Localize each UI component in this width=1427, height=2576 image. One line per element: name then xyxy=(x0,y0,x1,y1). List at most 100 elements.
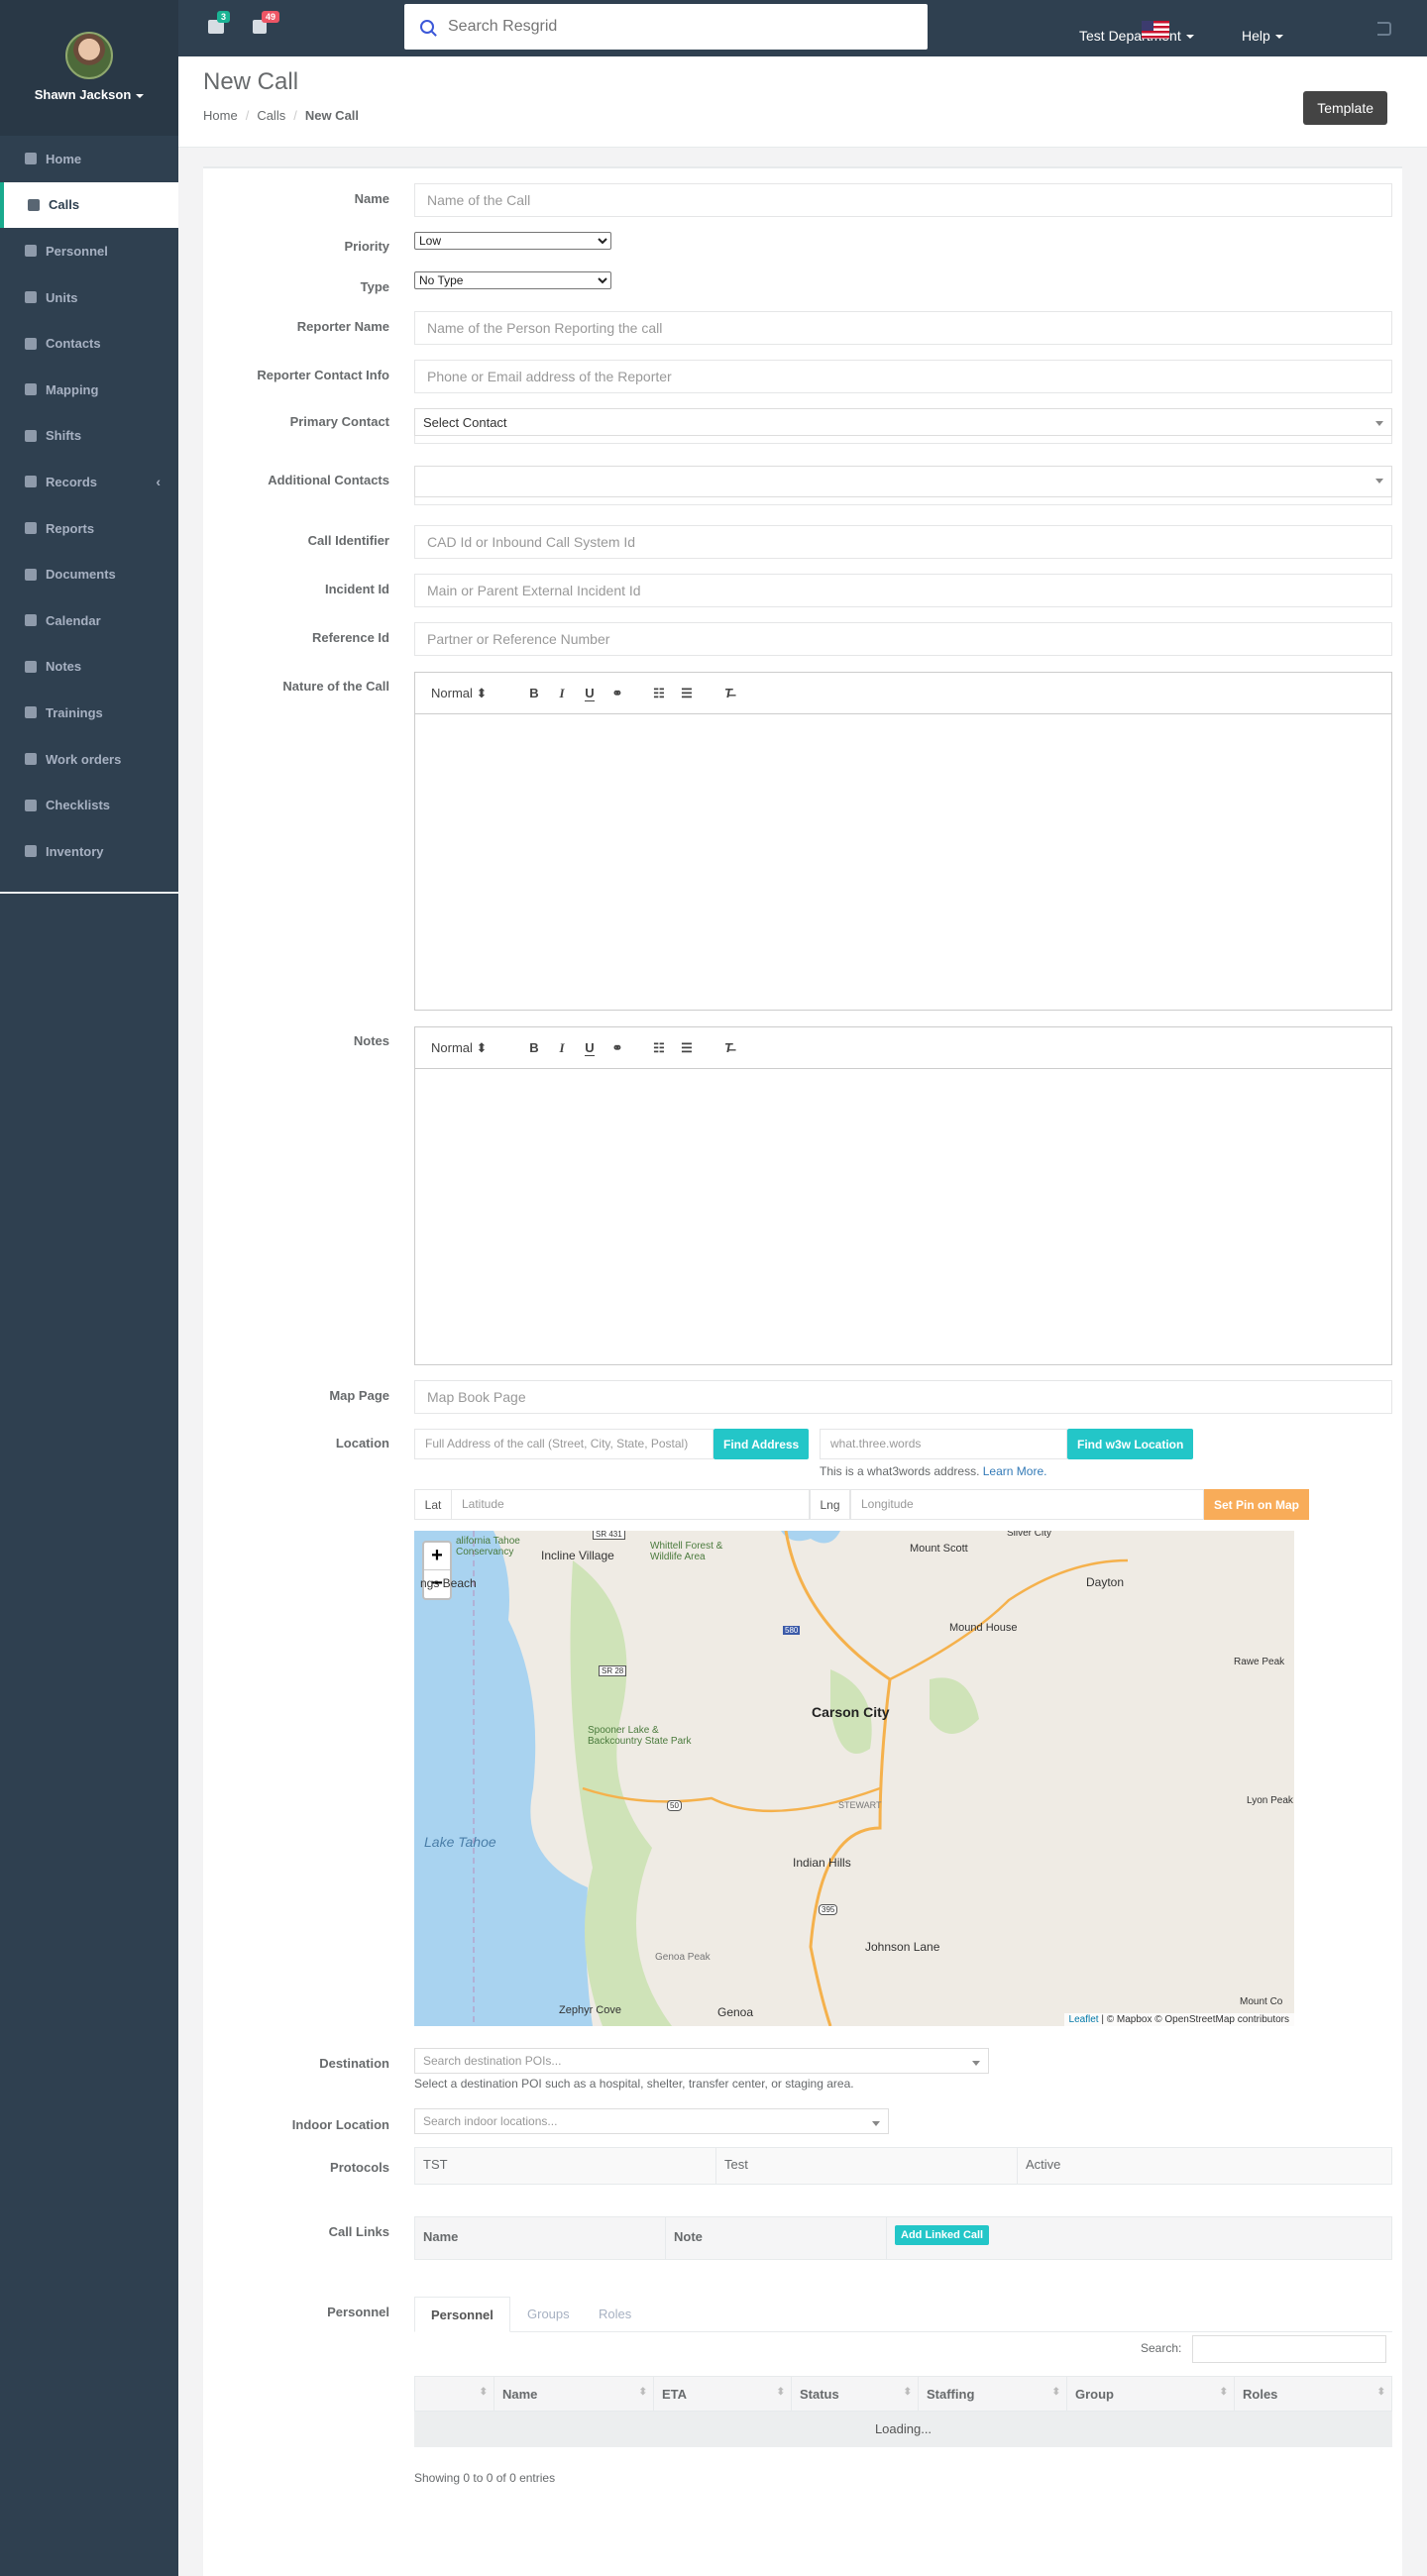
sidebar-nav: Home Calls Personnel Units Contacts Mapping Sh… xyxy=(0,136,178,875)
notes-editor[interactable]: Normal ⬍ B I U ⚭ ☷ ☰ T̶ xyxy=(414,1026,1392,1365)
indoor-location-select[interactable]: Search indoor locations... xyxy=(414,2108,889,2134)
sidebar-item-mapping[interactable]: Mapping xyxy=(0,367,178,413)
search-input[interactable] xyxy=(448,18,904,36)
call-links-note-header: Note xyxy=(666,2217,887,2259)
bullet-list-icon[interactable]: ☰ xyxy=(673,1040,701,1056)
format-dropdown[interactable]: Normal ⬍ xyxy=(431,1040,520,1056)
sidebar-item-calendar[interactable]: Calendar xyxy=(0,597,178,644)
ordered-list-icon[interactable]: ☷ xyxy=(645,686,673,701)
protocol-name: Test xyxy=(716,2148,1018,2184)
user-menu[interactable]: Shawn Jackson xyxy=(0,87,178,102)
underline-icon[interactable]: U xyxy=(576,1040,604,1056)
find-address-button[interactable]: Find Address xyxy=(714,1429,810,1459)
status-column-header[interactable]: Status xyxy=(792,2377,919,2411)
w3w-input[interactable]: what.three.words xyxy=(820,1429,1067,1459)
incident-id-label: Incident Id xyxy=(325,582,389,596)
template-button[interactable]: Template xyxy=(1303,91,1387,125)
select-column-header[interactable] xyxy=(415,2377,494,2411)
sidebar-item-calls[interactable]: Calls xyxy=(0,181,178,229)
destination-select[interactable]: Search destination POIs... xyxy=(414,2048,989,2074)
link-icon[interactable]: ⚭ xyxy=(604,686,631,701)
us-flag-icon[interactable] xyxy=(1142,21,1169,39)
roles-column-header[interactable]: Roles xyxy=(1235,2377,1391,2411)
sidebar-item-personnel[interactable]: Personnel xyxy=(0,228,178,274)
messages-badge: 3 xyxy=(217,11,231,23)
find-w3w-button[interactable]: Find w3w Location xyxy=(1067,1429,1194,1459)
protocol-code: TST xyxy=(415,2148,716,2184)
latitude-input[interactable]: Latitude xyxy=(451,1489,810,1520)
help-menu[interactable]: Help xyxy=(1242,28,1283,44)
envelope-icon[interactable]: 3 xyxy=(208,11,231,34)
ordered-list-icon[interactable]: ☷ xyxy=(645,1040,673,1056)
leaflet-link[interactable]: Leaflet xyxy=(1069,2014,1099,2025)
w3w-hint-text: This is a what3words address. xyxy=(820,1464,980,1478)
page-title: New Call xyxy=(203,68,299,95)
breadcrumb-home[interactable]: Home xyxy=(203,108,238,123)
clear-format-icon[interactable]: T̶ xyxy=(714,686,742,700)
name-input[interactable] xyxy=(414,183,1392,217)
address-input[interactable]: Full Address of the call (Street, City, … xyxy=(414,1429,714,1459)
bold-icon[interactable]: B xyxy=(520,1040,548,1055)
map-label: Incline Village xyxy=(541,1549,614,1562)
additional-contacts-select[interactable] xyxy=(414,466,1392,497)
reporter-name-input[interactable] xyxy=(414,311,1392,345)
tab-personnel[interactable]: Personnel xyxy=(414,2297,510,2332)
nature-editor[interactable]: Normal ⬍ B I U ⚭ ☷ ☰ T̶ xyxy=(414,672,1392,1011)
group-column-header[interactable]: Group xyxy=(1067,2377,1235,2411)
reference-id-input[interactable] xyxy=(414,622,1392,656)
avatar[interactable] xyxy=(65,32,113,79)
format-dropdown[interactable]: Normal ⬍ xyxy=(431,686,520,701)
sidebar-item-checklists[interactable]: Checklists xyxy=(0,782,178,828)
learn-more-link[interactable]: Learn More. xyxy=(983,1464,1047,1478)
bullet-list-icon[interactable]: ☰ xyxy=(673,686,701,701)
tab-groups[interactable]: Groups xyxy=(511,2297,586,2332)
set-pin-button[interactable]: Set Pin on Map xyxy=(1204,1489,1310,1520)
italic-icon[interactable]: I xyxy=(548,686,576,701)
bold-icon[interactable]: B xyxy=(520,686,548,700)
longitude-input[interactable]: Longitude xyxy=(850,1489,1204,1520)
priority-select[interactable]: Low xyxy=(414,232,611,250)
eta-column-header[interactable]: ETA xyxy=(654,2377,792,2411)
add-linked-call-button[interactable]: Add Linked Call xyxy=(895,2225,990,2245)
tab-roles[interactable]: Roles xyxy=(583,2297,647,2332)
sidebar-item-label: Contacts xyxy=(46,336,101,352)
underline-icon[interactable]: U xyxy=(576,686,604,701)
sidebar-item-notes[interactable]: Notes xyxy=(0,644,178,691)
sidebar-item-shifts[interactable]: Shifts xyxy=(0,413,178,460)
sidebar-item-records[interactable]: Records ‹ xyxy=(0,459,178,505)
clear-format-icon[interactable]: T̶ xyxy=(714,1040,742,1055)
map-page-input[interactable] xyxy=(414,1380,1392,1414)
breadcrumb-calls[interactable]: Calls xyxy=(257,108,285,123)
department-menu[interactable]: Test Department xyxy=(1079,28,1194,44)
w3w-hint: This is a what3words address. Learn More… xyxy=(820,1464,1046,1478)
name-column-header[interactable]: Name xyxy=(494,2377,654,2411)
zoom-in-button[interactable]: + xyxy=(424,1543,450,1570)
italic-icon[interactable]: I xyxy=(548,1040,576,1056)
sidebar-item-work-orders[interactable]: Work orders xyxy=(0,736,178,783)
sidebar-item-reports[interactable]: Reports xyxy=(0,505,178,552)
profile-area: Shawn Jackson xyxy=(0,0,178,136)
call-identifier-input[interactable] xyxy=(414,525,1392,559)
call-links-name-header: Name xyxy=(415,2217,666,2259)
location-map[interactable]: + − Incline Village Whittell Forest & Wi… xyxy=(414,1531,1294,2026)
search-box[interactable] xyxy=(404,4,928,50)
sidebar-item-label: Personnel xyxy=(46,243,108,259)
new-call-form: Name Priority Low Type No Type Reporter … xyxy=(203,166,1402,2576)
sidebar-item-contacts[interactable]: Contacts xyxy=(0,320,178,367)
reporter-contact-input[interactable] xyxy=(414,360,1392,393)
additional-contacts-label: Additional Contacts xyxy=(268,473,389,487)
table-search-input[interactable] xyxy=(1192,2335,1386,2363)
logout-icon[interactable] xyxy=(1377,22,1391,36)
bell-icon[interactable]: 49 xyxy=(253,11,280,34)
lng-addon: Lng xyxy=(810,1489,850,1520)
sidebar-item-inventory[interactable]: Inventory xyxy=(0,828,178,875)
type-select[interactable]: No Type xyxy=(414,271,611,289)
sidebar-item-trainings[interactable]: Trainings xyxy=(0,690,178,736)
sidebar-item-home[interactable]: Home xyxy=(0,136,178,182)
sidebar-item-units[interactable]: Units xyxy=(0,274,178,321)
staffing-column-header[interactable]: Staffing xyxy=(919,2377,1067,2411)
sidebar-item-documents[interactable]: Documents xyxy=(0,551,178,597)
primary-contact-select[interactable]: Select Contact xyxy=(414,408,1392,436)
link-icon[interactable]: ⚭ xyxy=(604,1040,631,1056)
incident-id-input[interactable] xyxy=(414,574,1392,607)
